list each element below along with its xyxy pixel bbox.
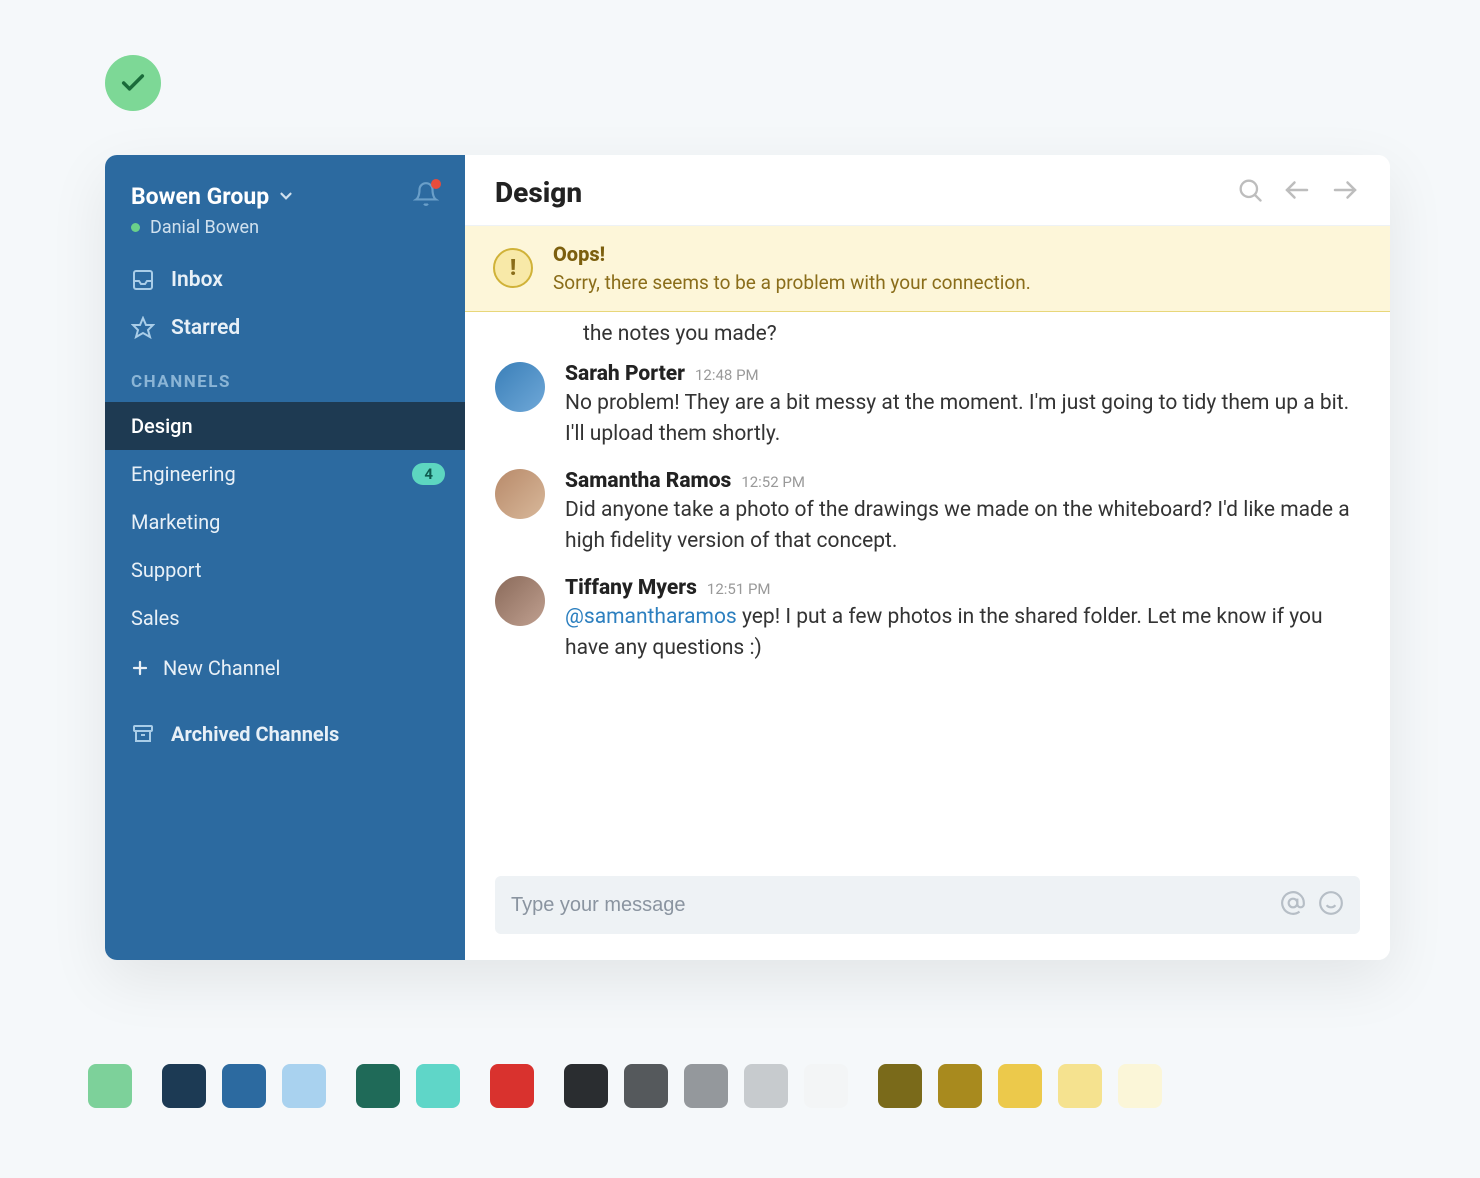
workspace-switcher[interactable]: Bowen Group — [131, 183, 295, 210]
channels-section-label: CHANNELS — [105, 352, 465, 402]
workspace-name: Bowen Group — [131, 183, 269, 210]
archived-channels-button[interactable]: Archived Channels — [105, 694, 465, 766]
smile-icon — [1318, 890, 1344, 916]
avatar[interactable] — [495, 469, 545, 519]
message-author[interactable]: Sarah Porter — [565, 362, 685, 386]
app-window: Bowen Group Danial Bowen Inbox Starred C… — [105, 155, 1390, 960]
message-item: Tiffany Myers 12:51 PM @samantharamos ye… — [495, 576, 1360, 665]
mention-button[interactable] — [1280, 890, 1306, 920]
swatch — [938, 1064, 982, 1108]
swatch — [998, 1064, 1042, 1108]
nav-forward-button[interactable] — [1330, 175, 1360, 209]
avatar[interactable] — [495, 576, 545, 626]
plus-icon — [131, 659, 149, 677]
message-author[interactable]: Tiffany Myers — [565, 576, 697, 600]
main-panel: Design ! Oops! Sorry, there seems to be … — [465, 155, 1390, 960]
workspace-header: Bowen Group — [105, 177, 465, 213]
nav-label: Inbox — [171, 268, 223, 292]
prev-message-fragment: the notes you made? — [583, 322, 1360, 346]
channel-title: Design — [495, 176, 582, 209]
swatch — [282, 1064, 326, 1108]
alert-text: Oops! Sorry, there seems to be a problem… — [553, 240, 1031, 297]
color-palette — [88, 1064, 1162, 1108]
arrow-left-icon — [1282, 175, 1312, 205]
message-time: 12:48 PM — [695, 366, 759, 384]
approved-badge — [105, 55, 161, 111]
swatch — [162, 1064, 206, 1108]
swatch — [88, 1064, 132, 1108]
sidebar: Bowen Group Danial Bowen Inbox Starred C… — [105, 155, 465, 960]
arrow-right-icon — [1330, 175, 1360, 205]
channel-sales[interactable]: Sales — [105, 594, 465, 642]
chevron-down-icon — [277, 187, 295, 205]
search-icon — [1236, 176, 1264, 204]
channel-engineering[interactable]: Engineering 4 — [105, 450, 465, 498]
message-time: 12:52 PM — [741, 473, 805, 491]
search-button[interactable] — [1236, 176, 1264, 208]
message-text: Did anyone take a photo of the drawings … — [565, 495, 1360, 558]
channel-design[interactable]: Design — [105, 402, 465, 450]
notifications-button[interactable] — [413, 181, 439, 211]
at-icon — [1280, 890, 1306, 916]
connection-alert: ! Oops! Sorry, there seems to be a probl… — [465, 226, 1390, 312]
channel-support[interactable]: Support — [105, 546, 465, 594]
swatch — [624, 1064, 668, 1108]
warning-icon: ! — [493, 248, 533, 288]
current-user[interactable]: Danial Bowen — [105, 213, 465, 256]
swatch — [564, 1064, 608, 1108]
message-text: @samantharamos yep! I put a few photos i… — [565, 602, 1360, 665]
channel-name: Support — [131, 558, 202, 582]
presence-indicator — [131, 223, 140, 232]
mention[interactable]: @samantharamos — [565, 605, 737, 629]
nav-label: Starred — [171, 316, 240, 340]
message-author[interactable]: Samantha Ramos — [565, 469, 731, 493]
message-item: Sarah Porter 12:48 PM No problem! They a… — [495, 362, 1360, 451]
check-icon — [119, 69, 147, 97]
unread-badge: 4 — [412, 463, 445, 485]
archived-label: Archived Channels — [171, 722, 339, 746]
swatch — [1118, 1064, 1162, 1108]
swatch — [1058, 1064, 1102, 1108]
header-actions — [1236, 175, 1360, 209]
avatar[interactable] — [495, 362, 545, 412]
star-icon — [131, 316, 155, 340]
swatch — [878, 1064, 922, 1108]
channel-name: Marketing — [131, 510, 220, 534]
nav-back-button[interactable] — [1282, 175, 1312, 209]
message-time: 12:51 PM — [707, 580, 771, 598]
user-name: Danial Bowen — [150, 217, 259, 238]
swatch — [804, 1064, 848, 1108]
swatch — [416, 1064, 460, 1108]
new-channel-button[interactable]: New Channel — [105, 642, 465, 694]
alert-title: Oops! — [553, 240, 1031, 268]
swatch — [356, 1064, 400, 1108]
nav-starred[interactable]: Starred — [105, 304, 465, 352]
main-header: Design — [465, 155, 1390, 226]
alert-body: Sorry, there seems to be a problem with … — [553, 271, 1031, 294]
message-text: No problem! They are a bit messy at the … — [565, 388, 1360, 451]
nav-inbox[interactable]: Inbox — [105, 256, 465, 304]
notification-dot — [431, 179, 441, 189]
channel-name: Design — [131, 414, 193, 438]
message-item: Samantha Ramos 12:52 PM Did anyone take … — [495, 469, 1360, 558]
channel-name: Sales — [131, 606, 180, 630]
channel-marketing[interactable]: Marketing — [105, 498, 465, 546]
swatch — [222, 1064, 266, 1108]
channel-name: Engineering — [131, 462, 236, 486]
inbox-icon — [131, 268, 155, 292]
swatch — [684, 1064, 728, 1108]
message-list: the notes you made? Sarah Porter 12:48 P… — [465, 312, 1390, 870]
message-composer[interactable] — [495, 876, 1360, 934]
emoji-button[interactable] — [1318, 890, 1344, 920]
new-channel-label: New Channel — [163, 656, 280, 680]
composer-input[interactable] — [511, 894, 1280, 917]
swatch — [744, 1064, 788, 1108]
archive-icon — [131, 722, 155, 746]
swatch — [490, 1064, 534, 1108]
